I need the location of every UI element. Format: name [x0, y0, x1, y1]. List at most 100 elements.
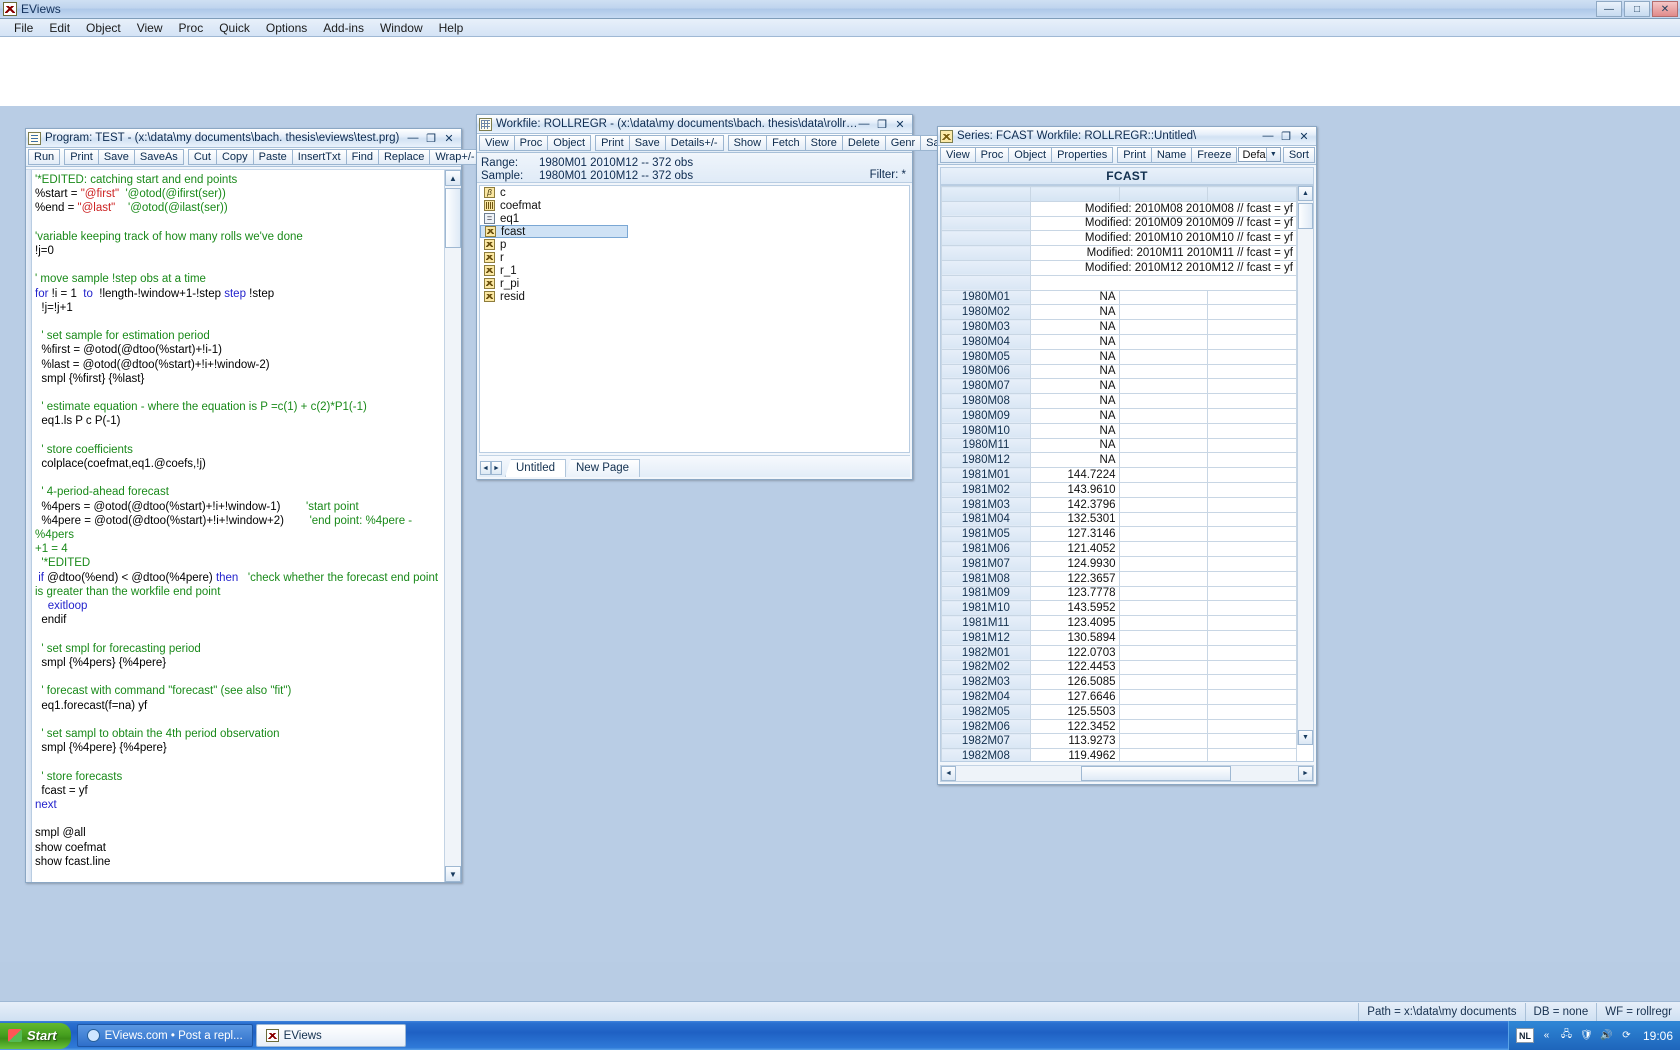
workfile-print-button[interactable]: Print	[595, 135, 630, 151]
series-empty-cell[interactable]	[1208, 320, 1297, 335]
series-value-cell[interactable]: 124.9930	[1030, 556, 1119, 571]
taskbar-item-eviews[interactable]: EViews	[256, 1024, 406, 1047]
series-empty-cell[interactable]	[1208, 556, 1297, 571]
series-value-cell[interactable]: 125.5503	[1030, 704, 1119, 719]
workfile-object-fcast[interactable]: fcast	[480, 225, 628, 238]
series-data-row[interactable]: 1982M07113.9273	[942, 734, 1297, 749]
series-value-cell[interactable]: 122.3452	[1030, 719, 1119, 734]
sync-icon[interactable]: ⟳	[1619, 1028, 1634, 1043]
series-empty-cell[interactable]	[1208, 497, 1297, 512]
program-close-button[interactable]: ✕	[443, 132, 455, 145]
series-empty-cell[interactable]	[1119, 364, 1208, 379]
series-value-cell[interactable]: 142.3796	[1030, 497, 1119, 512]
series-value-cell[interactable]: NA	[1030, 379, 1119, 394]
series-data-row[interactable]: 1982M02122.4453	[942, 660, 1297, 675]
series-empty-cell[interactable]	[1119, 542, 1208, 557]
series-empty-cell[interactable]	[1119, 408, 1208, 423]
series-data-row[interactable]: 1980M12NA	[942, 453, 1297, 468]
workfile-object-eq1[interactable]: =eq1	[480, 212, 909, 225]
program-wrap-button[interactable]: Wrap+/-	[429, 149, 480, 165]
program-window[interactable]: Program: TEST - (x:\data\my documents\ba…	[25, 128, 462, 883]
series-data-row[interactable]: 1981M12130.5894	[942, 630, 1297, 645]
series-data-row[interactable]: 1980M01NA	[942, 290, 1297, 305]
series-data-row[interactable]: 1980M10NA	[942, 423, 1297, 438]
series-empty-cell[interactable]	[1119, 675, 1208, 690]
series-empty-cell[interactable]	[1208, 719, 1297, 734]
menu-item-proc[interactable]: Proc	[171, 20, 212, 36]
series-value-cell[interactable]: NA	[1030, 290, 1119, 305]
program-copy-button[interactable]: Copy	[216, 149, 254, 165]
program-find-button[interactable]: Find	[346, 149, 379, 165]
series-hscroll-thumb[interactable]	[1081, 766, 1231, 781]
app-close-button[interactable]: ✕	[1652, 1, 1678, 17]
chevron-down-icon[interactable]: ▼	[1266, 148, 1280, 161]
workfile-object-r_1[interactable]: r_1	[480, 264, 909, 277]
menu-item-quick[interactable]: Quick	[211, 20, 258, 36]
series-empty-cell[interactable]	[1208, 423, 1297, 438]
series-data-row[interactable]: 1982M03126.5085	[942, 675, 1297, 690]
series-vscroll-thumb[interactable]	[1298, 203, 1313, 229]
series-value-cell[interactable]: NA	[1030, 349, 1119, 364]
program-inserttxt-button[interactable]: InsertTxt	[292, 149, 347, 165]
series-data-row[interactable]: 1980M03NA	[942, 320, 1297, 335]
series-value-cell[interactable]: NA	[1030, 364, 1119, 379]
program-vscroll-thumb[interactable]	[445, 188, 461, 248]
program-print-button[interactable]: Print	[64, 149, 99, 165]
series-data-row[interactable]: 1981M06121.4052	[942, 542, 1297, 557]
series-empty-cell[interactable]	[1119, 556, 1208, 571]
series-empty-cell[interactable]	[1119, 290, 1208, 305]
series-sort-button[interactable]: Sort	[1283, 147, 1315, 163]
program-maximize-button[interactable]: ❐	[425, 132, 437, 145]
series-empty-cell[interactable]	[1208, 482, 1297, 497]
menu-item-edit[interactable]: Edit	[41, 20, 78, 36]
series-data-row[interactable]: 1980M09NA	[942, 408, 1297, 423]
series-value-cell[interactable]: NA	[1030, 334, 1119, 349]
series-data-row[interactable]: 1981M04132.5301	[942, 512, 1297, 527]
series-empty-cell[interactable]	[1119, 453, 1208, 468]
series-empty-cell[interactable]	[1119, 630, 1208, 645]
series-view-button[interactable]: View	[940, 147, 976, 163]
series-empty-cell[interactable]	[1119, 512, 1208, 527]
series-sample-combo[interactable]: Default ▼	[1238, 147, 1280, 162]
series-data-row[interactable]: 1981M03142.3796	[942, 497, 1297, 512]
workfile-window[interactable]: Workfile: ROLLREGR - (x:\data\my documen…	[476, 114, 913, 480]
workfile-object-r_pi[interactable]: r_pi	[480, 277, 909, 290]
series-empty-cell[interactable]	[1208, 379, 1297, 394]
series-value-cell[interactable]: 143.5952	[1030, 601, 1119, 616]
series-vertical-scrollbar[interactable]: ▲ ▼	[1297, 186, 1313, 745]
program-cut-button[interactable]: Cut	[188, 149, 217, 165]
scroll-left-arrow-icon[interactable]: ◄	[941, 766, 956, 781]
series-data-row[interactable]: 1980M11NA	[942, 438, 1297, 453]
series-value-cell[interactable]: 123.7778	[1030, 586, 1119, 601]
workfile-fetch-button[interactable]: Fetch	[766, 135, 806, 151]
workfile-object-p[interactable]: p	[480, 238, 909, 251]
workfile-save-button[interactable]: Save	[629, 135, 666, 151]
series-empty-cell[interactable]	[1119, 749, 1208, 761]
series-value-cell[interactable]: 126.5085	[1030, 675, 1119, 690]
workfile-tab-new-page[interactable]: New Page	[565, 459, 640, 477]
series-empty-cell[interactable]	[1208, 349, 1297, 364]
series-value-cell[interactable]: 119.4962	[1030, 749, 1119, 761]
series-empty-cell[interactable]	[1119, 571, 1208, 586]
series-freeze-button[interactable]: Freeze	[1191, 147, 1237, 163]
series-properties-button[interactable]: Properties	[1051, 147, 1113, 163]
series-empty-cell[interactable]	[1119, 482, 1208, 497]
series-value-cell[interactable]: NA	[1030, 394, 1119, 409]
workfile-page-tabs[interactable]: ◄ ► Untitled New Page	[479, 455, 910, 477]
series-value-cell[interactable]: 122.4453	[1030, 660, 1119, 675]
scroll-up-arrow-icon[interactable]: ▲	[1298, 186, 1313, 201]
series-close-button[interactable]: ✕	[1298, 130, 1310, 143]
series-object-button[interactable]: Object	[1008, 147, 1052, 163]
series-empty-cell[interactable]	[1119, 438, 1208, 453]
series-data-row[interactable]: 1981M08122.3657	[942, 571, 1297, 586]
workfile-object-c[interactable]: βc	[480, 186, 909, 199]
series-data-row[interactable]: 1981M05127.3146	[942, 527, 1297, 542]
series-value-cell[interactable]: NA	[1030, 305, 1119, 320]
series-empty-cell[interactable]	[1119, 734, 1208, 749]
series-data-row[interactable]: 1981M09123.7778	[942, 586, 1297, 601]
workfile-object-r[interactable]: r	[480, 251, 909, 264]
workfile-view-button[interactable]: View	[479, 135, 515, 151]
series-empty-cell[interactable]	[1208, 601, 1297, 616]
program-editor-body[interactable]: '*EDITED: catching start and end points …	[26, 169, 461, 882]
series-empty-cell[interactable]	[1208, 571, 1297, 586]
